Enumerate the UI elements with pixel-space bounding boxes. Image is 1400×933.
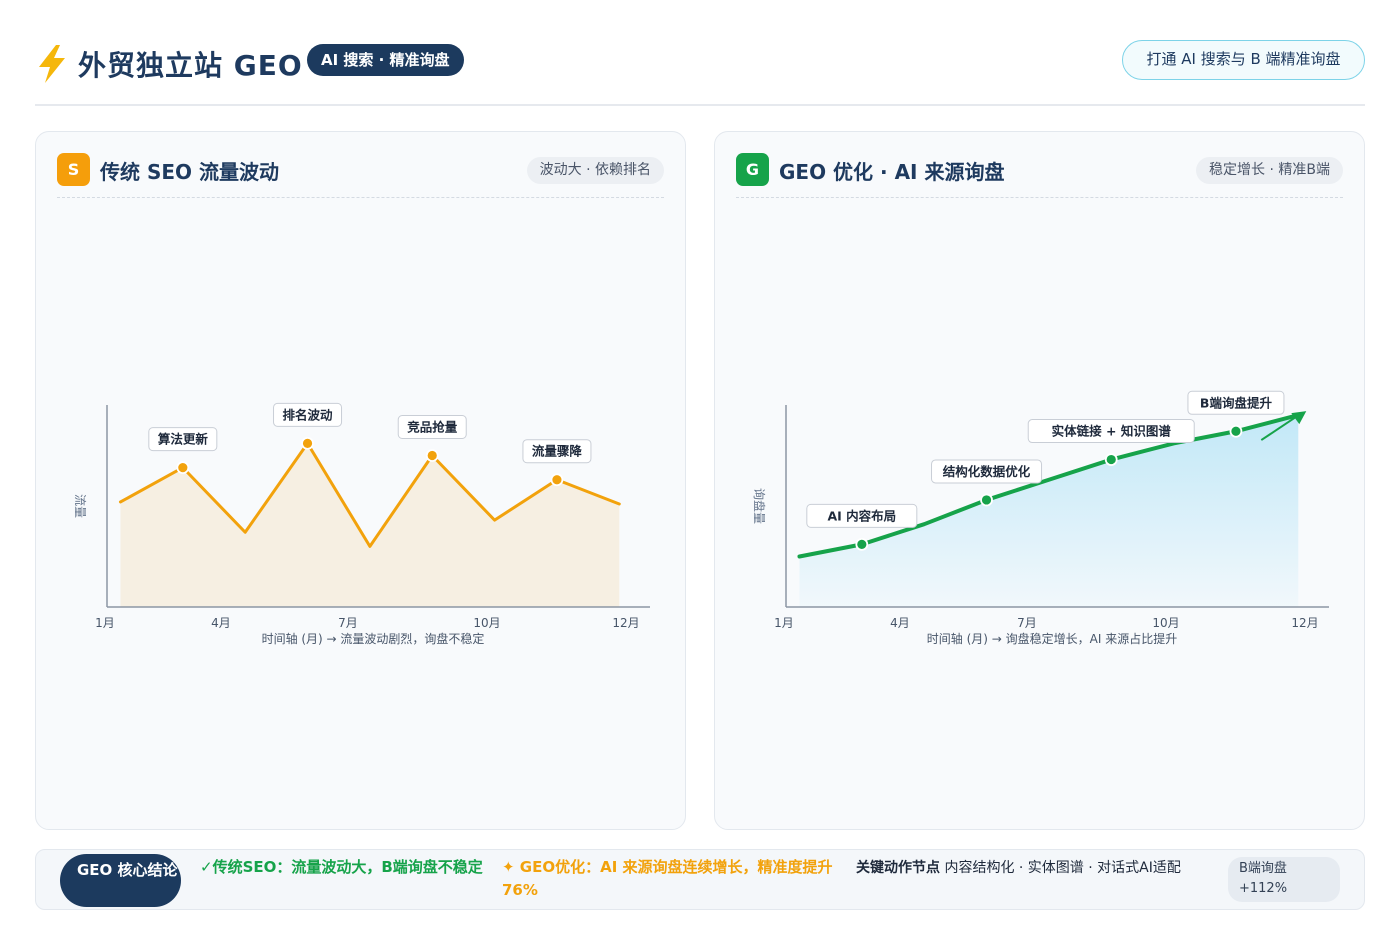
lightning-icon: [39, 45, 65, 83]
data-point: [1104, 453, 1118, 466]
annotation-label: 结构化数据优化: [943, 464, 1031, 479]
cta-button[interactable]: 打通 AI 搜索与 B 端精准询盘: [1122, 40, 1365, 80]
annotation-label: 实体链接 + 知识图谱: [1052, 424, 1172, 439]
annotation-label: 算法更新: [158, 432, 209, 447]
x-tick-label: 12月: [612, 616, 639, 630]
y-axis-label: 流量: [73, 494, 87, 518]
x-axis-label: 时间轴 (月) → 流量波动剧烈，询盘不稳定: [262, 631, 485, 646]
seo-panel: S 传统 SEO 流量波动 波动大 · 依赖排名 算法更新 排名波动 竞品抢量 流量骤…: [35, 131, 686, 830]
geo-inquiry-chart: AI 内容布局 结构化数据优化 实体链接 + 知识图谱 B端询盘提升 1月 4月 7月 10月…: [752, 390, 1329, 646]
geo-panel: G GEO 优化 · AI 来源询盘 稳定增长 · 精准B端 AI 内容布局 结构…: [714, 131, 1365, 830]
annotation-label: AI 内容布局: [827, 508, 896, 523]
x-tick-label: 12月: [1291, 616, 1318, 630]
conclusion-bar: GEO 核心结论 ✓传统SEO：流量波动大，B端询盘不稳定 ✦ GEO优化：AI…: [35, 849, 1365, 910]
key-action-nodes: 关键动作节点 内容结构化 · 实体图谱 · 对话式AI适配: [856, 857, 1201, 879]
header-badge: AI 搜索 · 精准询盘: [307, 44, 464, 76]
geo-conclusion: ✦ GEO优化：AI 来源询盘连续增长，精准度提升76%: [502, 858, 833, 899]
x-tick-label: 7月: [1017, 616, 1037, 630]
data-point: [855, 537, 869, 551]
inquiry-stat-value: +112%: [1239, 881, 1288, 896]
seo-traffic-chart: 算法更新 排名波动竞品抢量流量骤降 1月 4月 7月 10月 12月时间轴 (月) → 流量…: [73, 402, 650, 646]
key-action-label: 关键动作节点: [856, 860, 940, 876]
x-tick-label: 4月: [211, 616, 231, 630]
seo-conclusion: ✓传统SEO：流量波动大，B端询盘不稳定: [200, 858, 483, 876]
x-tick-label: 4月: [890, 616, 910, 630]
page-title: 外贸独立站 GEO: [78, 49, 303, 82]
x-tick-label: 10月: [1152, 616, 1179, 630]
data-point: [980, 493, 993, 507]
inquiry-stat-label: B端询盘: [1239, 861, 1287, 876]
data-point: [425, 449, 439, 462]
annotation-label: B端询盘提升: [1200, 395, 1273, 410]
x-tick-label: 10月: [473, 616, 500, 630]
annotation-label: 流量骤降: [532, 444, 583, 459]
page-header: 外贸独立站 GEO AI 搜索 · 精准询盘 打通 AI 搜索与 B 端精准询盘: [35, 36, 1365, 106]
data-point: [176, 461, 190, 475]
x-tick-label: 7月: [338, 616, 358, 630]
data-point: [1229, 424, 1243, 438]
data-point: [550, 473, 564, 487]
inquiry-stat: B端询盘 +112%: [1228, 857, 1340, 902]
annotation-label: 竞品抢量: [407, 420, 458, 435]
annotation-label: 排名波动: [283, 407, 334, 422]
x-axis-label: 时间轴 (月) → 询盘稳定增长，AI 来源占比提升: [927, 631, 1177, 646]
data-point: [301, 436, 314, 450]
x-tick-label: 1月: [774, 616, 794, 630]
key-action-text: 内容结构化 · 实体图谱 · 对话式AI适配: [944, 860, 1181, 876]
x-tick-label: 1月: [95, 616, 115, 630]
conclusion-pill: GEO 核心结论: [60, 854, 181, 907]
area-fill: [120, 443, 620, 607]
y-axis-label: 询盘量: [752, 488, 767, 524]
